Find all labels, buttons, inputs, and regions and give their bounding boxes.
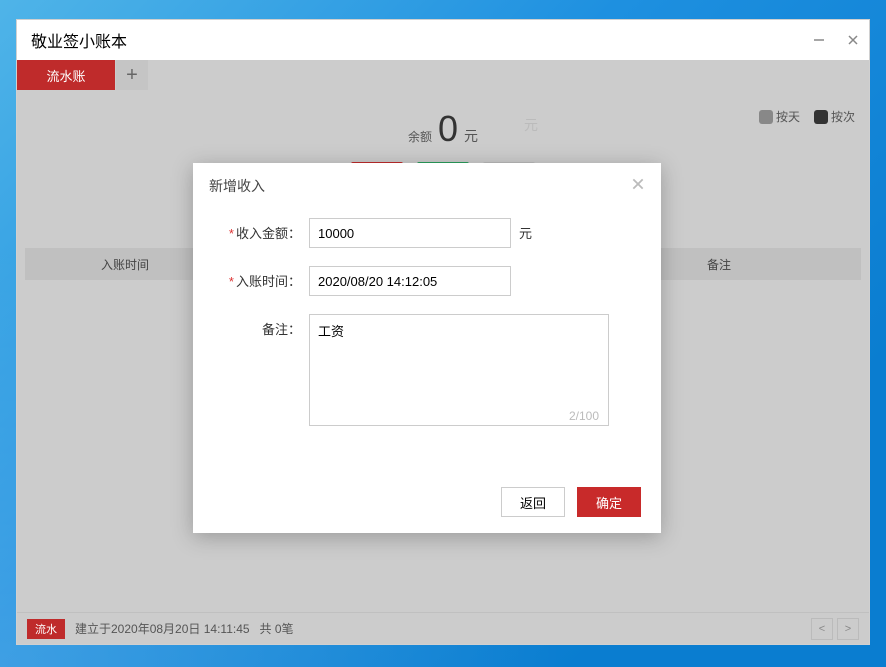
tab-label: 流水账 xyxy=(46,66,85,85)
amount-input[interactable] xyxy=(309,218,511,248)
note-label: 备注： xyxy=(211,314,301,338)
toggle-by-count[interactable]: 按次 xyxy=(814,108,855,125)
confirm-button[interactable]: 确定 xyxy=(577,487,641,517)
balance-unit: 元 xyxy=(464,126,478,146)
toggle-by-day[interactable]: 按天 xyxy=(759,108,800,125)
modal-close-button[interactable] xyxy=(631,175,645,196)
textarea-wrap: 2/100 xyxy=(301,314,609,429)
minimize-button[interactable] xyxy=(811,32,827,48)
add-income-modal: 新增收入 *收入金额： 元 *入账时间： 备注： 2/100 返回 确定 xyxy=(193,163,661,533)
time-input[interactable] xyxy=(309,266,511,296)
time-label: *入账时间： xyxy=(211,266,301,290)
form-row-amount: *收入金额： 元 xyxy=(211,218,629,248)
checkbox-icon xyxy=(759,110,773,124)
toggle-label: 按天 xyxy=(776,108,800,125)
char-count: 2/100 xyxy=(569,409,599,423)
button-label: 返回 xyxy=(520,493,546,512)
toggle-label: 按次 xyxy=(831,108,855,125)
close-icon xyxy=(631,177,645,191)
pager: < > xyxy=(811,618,859,640)
titlebar: 敬业签小账本 xyxy=(17,20,869,60)
tab-add[interactable]: + xyxy=(116,60,148,90)
footer-left: 流水 建立于2020年08月20日 14:11:45 共 0笔 xyxy=(27,619,294,639)
balance-row: 余额 0 元 xyxy=(17,108,869,150)
chevron-left-icon: < xyxy=(819,623,825,635)
form-row-time: *入账时间： xyxy=(211,266,629,296)
secondary-unit: 元 xyxy=(524,115,538,135)
modal-body: *收入金额： 元 *入账时间： 备注： 2/100 xyxy=(193,208,661,471)
modal-header: 新增收入 xyxy=(193,163,661,208)
window-controls xyxy=(811,32,861,48)
pager-next[interactable]: > xyxy=(837,618,859,640)
footer-badge: 流水 xyxy=(27,619,65,639)
close-button[interactable] xyxy=(845,32,861,48)
tabbar: 流水账 + xyxy=(17,60,869,90)
checkbox-icon xyxy=(814,110,828,124)
balance-value: 0 xyxy=(438,108,458,150)
footer-count: 共 0笔 xyxy=(260,620,294,637)
window-title: 敬业签小账本 xyxy=(31,28,127,52)
balance-label: 余额 xyxy=(408,128,432,145)
plus-icon: + xyxy=(126,64,138,87)
back-button[interactable]: 返回 xyxy=(501,487,565,517)
required-mark: * xyxy=(229,274,234,289)
chevron-right-icon: > xyxy=(845,623,851,635)
required-mark: * xyxy=(229,226,234,241)
pager-prev[interactable]: < xyxy=(811,618,833,640)
footer: 流水 建立于2020年08月20日 14:11:45 共 0笔 < > xyxy=(17,612,869,644)
amount-label: *收入金额： xyxy=(211,218,301,242)
view-mode-toggles: 按天 按次 xyxy=(759,108,855,125)
modal-footer: 返回 确定 xyxy=(193,471,661,533)
footer-created: 建立于2020年08月20日 14:11:45 xyxy=(75,620,250,637)
button-label: 确定 xyxy=(596,493,622,512)
modal-title: 新增收入 xyxy=(209,176,265,196)
note-textarea[interactable] xyxy=(309,314,609,426)
form-row-note: 备注： 2/100 xyxy=(211,314,629,429)
tab-ledger[interactable]: 流水账 xyxy=(17,60,115,90)
amount-unit: 元 xyxy=(519,218,532,242)
